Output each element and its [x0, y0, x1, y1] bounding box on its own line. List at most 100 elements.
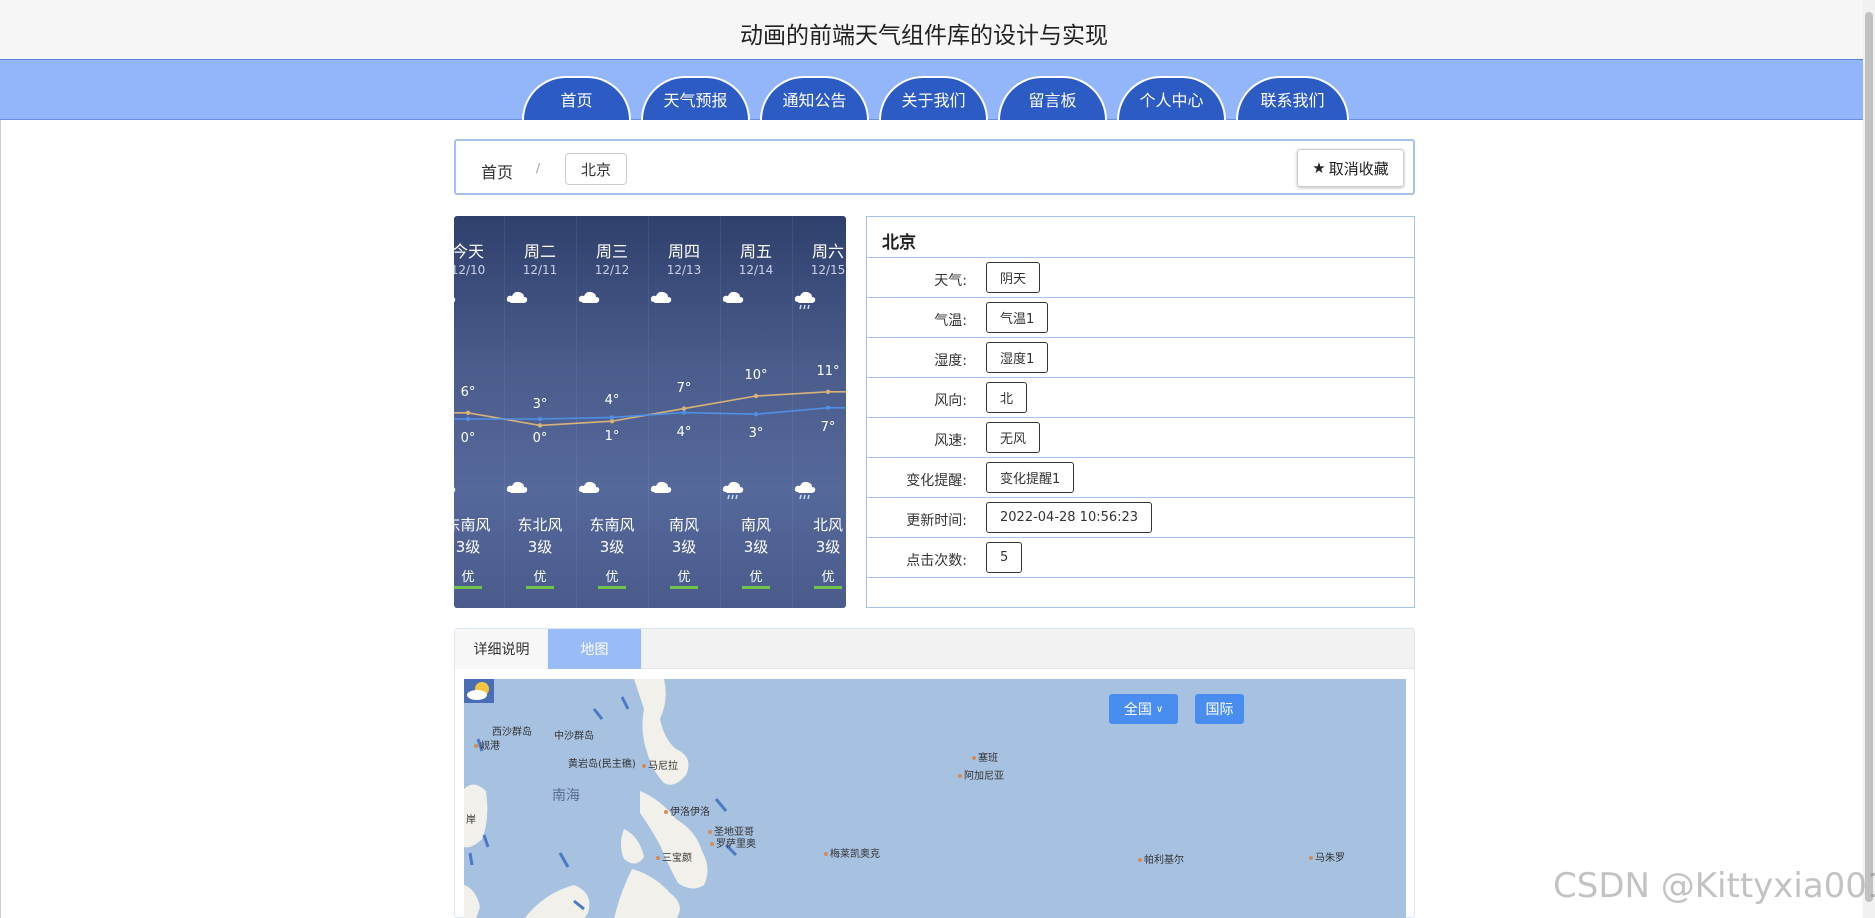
watermark: CSDN @Kittyxia001	[1553, 866, 1875, 906]
main-nav: 首页 天气预报 通知公告 关于我们 留言板 个人中心 联系我们	[0, 60, 1875, 120]
map-label: 梅莱凯奥克	[824, 845, 880, 860]
detail-value: 变化提醒1	[986, 462, 1075, 493]
detail-row-empty	[867, 577, 1414, 608]
forecast-day-name: 周六	[811, 242, 844, 261]
forecast-aqi: 优	[749, 570, 763, 585]
detail-value: 湿度1	[986, 342, 1049, 373]
forecast-aqi: 优	[821, 570, 835, 585]
map-country-button[interactable]: 全国 ∨	[1109, 694, 1178, 724]
forecast-day-date: 12/13	[666, 263, 702, 277]
detail-value: 阴天	[986, 262, 1041, 293]
forecast-aqi: 优	[677, 570, 691, 585]
rain-cloud-icon	[454, 297, 456, 303]
aqi-bar	[814, 586, 842, 589]
map-land	[464, 679, 738, 918]
nav-tab-message-board[interactable]: 留言板	[998, 76, 1107, 120]
detail-row-change-alert: 变化提醒: 变化提醒1	[867, 457, 1414, 497]
aqi-bar	[670, 586, 698, 589]
forecast-wind: 东北风	[517, 516, 563, 534]
detail-label: 变化提醒:	[906, 473, 967, 489]
title-bar: 动画的前端天气组件库的设计与实现	[0, 0, 1875, 60]
map-label: 伊洛伊洛	[664, 803, 710, 818]
forecast-aqi: 优	[605, 570, 619, 585]
forecast-wind: 东南风	[589, 516, 635, 534]
map-label: 三宝颜	[656, 849, 692, 864]
map-label-sea: 南海	[552, 788, 580, 804]
forecast-day: 今天 12/10 东南风 3级优 6° 0°	[454, 216, 504, 608]
detail-label: 风速:	[934, 433, 967, 449]
page-scrollbar[interactable]	[1863, 0, 1875, 918]
breadcrumb-current: 北京	[565, 153, 627, 185]
nav-tab-notices[interactable]: 通知公告	[760, 76, 869, 120]
forecast-day-name: 周二	[523, 242, 556, 261]
cloud-icon	[578, 481, 600, 493]
map-label: 马尼拉	[642, 757, 678, 772]
breadcrumb-separator: /	[536, 161, 541, 175]
forecast-high-temp: 7°	[676, 380, 692, 396]
forecast-day-name: 周五	[739, 242, 772, 261]
rain-cloud-icon	[794, 291, 816, 310]
detail-row-wind-speed: 风速: 无风	[867, 417, 1414, 457]
detail-row-click-count: 点击次数: 5	[867, 537, 1414, 577]
tabs-header: 详细说明 地图	[455, 629, 1414, 669]
forecast-day: 周二 12/11 东北风 3级优 3° 0°	[504, 216, 576, 608]
star-icon: ★	[1312, 159, 1326, 177]
forecast-wind-level: 3级	[599, 538, 625, 556]
forecast-wind: 东南风	[454, 516, 491, 534]
nav-tab-forecast[interactable]: 天气预报	[641, 76, 750, 120]
forecast-day-date: 12/12	[594, 263, 630, 277]
weather-detail-panel: 北京 天气: 阴天 气温: 气温1 湿度: 湿度1 风向: 北 风速: 无风 变…	[866, 216, 1415, 608]
map-international-button[interactable]: 国际	[1195, 694, 1244, 724]
rain-cloud-icon	[794, 481, 816, 500]
breadcrumb: 首页 / 北京 ★ 取消收藏	[454, 139, 1415, 195]
page-title: 动画的前端天气组件库的设计与实现	[740, 23, 1108, 49]
forecast-low-temp: 3°	[748, 426, 764, 442]
nav-tab-contact[interactable]: 联系我们	[1236, 76, 1349, 120]
forecast-low-temp: 0°	[460, 431, 476, 446]
forecast-widget: 今天 12/10 东南风 3级优 6° 0° 周二 12/11 东北风 3级优 3° 0° 周三 12/1…	[454, 216, 846, 608]
detail-label: 更新时间:	[906, 513, 967, 529]
forecast-wind: 南风	[740, 516, 771, 534]
map-label: 岸	[466, 815, 476, 826]
rain-cloud-icon	[722, 481, 744, 500]
map-country-label: 全国	[1123, 702, 1152, 718]
forecast-aqi: 优	[461, 570, 475, 585]
nav-tab-profile[interactable]: 个人中心	[1117, 76, 1226, 120]
forecast-day: 周四 12/13 南风 3级优 7° 4°	[648, 216, 720, 608]
breadcrumb-home[interactable]: 首页	[481, 159, 513, 183]
cloud-icon	[722, 291, 744, 303]
forecast-wind-level: 3级	[815, 538, 841, 556]
forecast-day: 周五 12/14 南风 3级优 10° 3°	[720, 216, 792, 608]
forecast-low-temp: 1°	[604, 429, 620, 445]
tab-details[interactable]: 详细说明	[455, 629, 548, 669]
detail-value: 2022-04-28 10:56:23	[986, 502, 1153, 533]
detail-label: 点击次数:	[906, 553, 967, 569]
forecast-aqi: 优	[533, 570, 547, 585]
detail-city: 北京	[882, 233, 916, 253]
detail-row-update-time: 更新时间: 2022-04-28 10:56:23	[867, 497, 1414, 537]
nav-tab-home[interactable]: 首页	[522, 76, 631, 120]
forecast-day: 周六 12/15 北风 3级优 11° 7°	[792, 216, 846, 608]
aqi-bar	[598, 586, 626, 589]
forecast-low-temp: 4°	[676, 424, 692, 440]
nav-tabs: 首页 天气预报 通知公告 关于我们 留言板 个人中心 联系我们	[522, 76, 1349, 120]
detail-label: 湿度:	[934, 353, 967, 369]
nav-tab-about[interactable]: 关于我们	[879, 76, 988, 120]
aqi-bar	[742, 586, 770, 589]
aqi-bar	[454, 586, 482, 589]
map-view[interactable]: 全国 ∨ 国际 西沙群岛 中沙群岛 岘港 黄岩岛(民主礁) 马尼拉 南海 岸 伊…	[464, 679, 1406, 918]
unfavorite-label: 取消收藏	[1328, 159, 1389, 178]
cloud-icon	[506, 291, 528, 303]
detail-value: 北	[986, 382, 1028, 413]
detail-value: 无风	[986, 422, 1041, 453]
map-label: 西沙群岛	[492, 727, 532, 738]
scrollbar-thumb[interactable]	[1865, 12, 1873, 902]
forecast-low-temp: 7°	[820, 419, 836, 435]
detail-row-temperature: 气温: 气温1	[867, 297, 1414, 337]
forecast-day-name: 今天	[454, 242, 484, 261]
detail-label: 风向:	[934, 393, 967, 409]
unfavorite-button[interactable]: ★ 取消收藏	[1297, 149, 1404, 187]
tab-map[interactable]: 地图	[548, 629, 641, 669]
cloud-icon	[650, 291, 672, 303]
chevron-down-icon: ∨	[1155, 703, 1164, 715]
